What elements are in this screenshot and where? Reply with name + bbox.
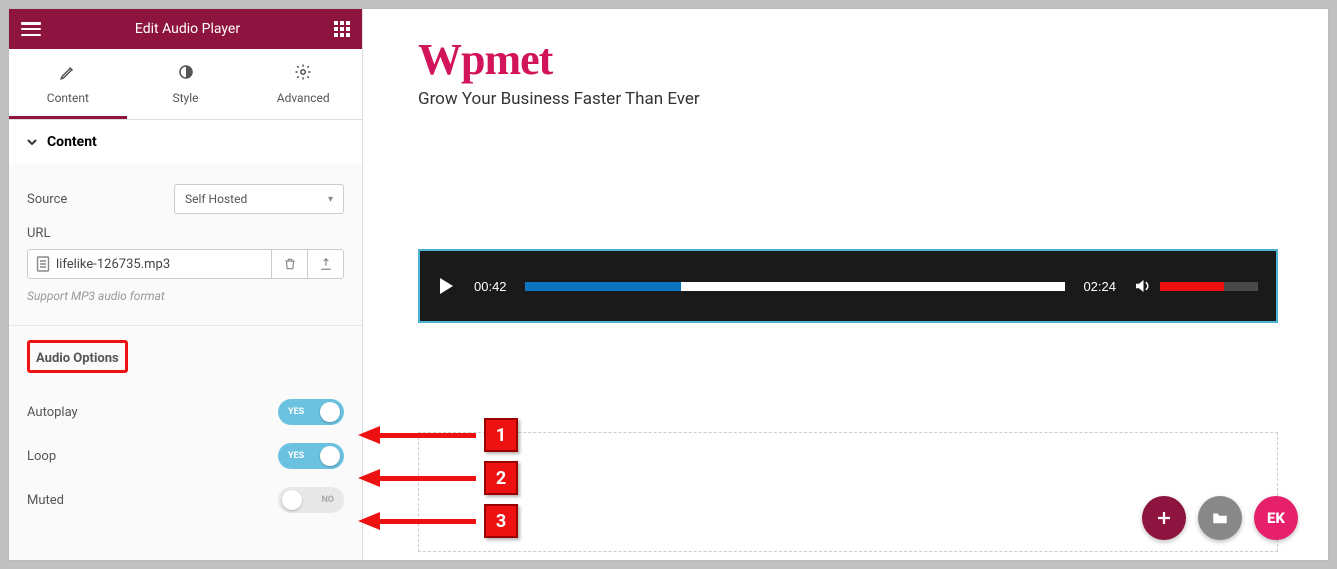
audio-player: 00:42 02:24: [418, 249, 1278, 323]
total-time: 02:24: [1083, 279, 1116, 294]
pencil-icon: [59, 63, 77, 81]
autoplay-row: Autoplay YES: [27, 399, 344, 425]
section-audio-options: Audio Options Autoplay YES Loop YES: [9, 326, 362, 553]
url-value: lifelike-126735.mp3: [56, 257, 170, 272]
caret-down-icon: [27, 137, 37, 147]
app-frame: Edit Audio Player Content Style Advanced: [8, 8, 1329, 561]
progress-bar[interactable]: [525, 282, 1066, 291]
tab-content[interactable]: Content: [9, 49, 127, 119]
url-upload-button[interactable]: [307, 250, 343, 278]
menu-icon[interactable]: [21, 22, 41, 36]
tab-content-label: Content: [47, 91, 89, 105]
tab-style-label: Style: [173, 91, 199, 105]
panel-header: Edit Audio Player: [9, 9, 362, 49]
preview-canvas: Wpmet Grow Your Business Faster Than Eve…: [363, 9, 1328, 560]
loop-toggle[interactable]: YES: [278, 443, 344, 469]
speaker-icon: [1132, 277, 1152, 295]
toggle-knob: [320, 402, 340, 422]
section-toggle[interactable]: Content: [9, 120, 362, 164]
annotation-3: 3: [358, 504, 518, 538]
file-icon: [36, 256, 50, 272]
section-content: Content Source Self Hosted ▾ URL lifelik…: [9, 120, 362, 326]
tab-advanced[interactable]: Advanced: [244, 49, 362, 119]
gear-icon: [294, 63, 312, 81]
url-hint: Support MP3 audio format: [27, 289, 344, 303]
audio-options-body: Audio Options Autoplay YES Loop YES: [9, 326, 362, 553]
url-input[interactable]: lifelike-126735.mp3: [28, 250, 271, 278]
annotation-3-number: 3: [484, 504, 518, 538]
brand-subtitle: Grow Your Business Faster Than Ever: [418, 89, 1278, 109]
muted-label: Muted: [27, 493, 64, 508]
audio-options-heading: Audio Options: [36, 351, 119, 366]
volume-fill: [1160, 282, 1224, 291]
toggle-knob: [320, 446, 340, 466]
source-row: Source Self Hosted ▾: [27, 184, 344, 214]
editor-panel: Edit Audio Player Content Style Advanced: [9, 9, 363, 560]
url-input-group: lifelike-126735.mp3: [27, 249, 344, 279]
library-button[interactable]: [1198, 496, 1242, 540]
current-time: 00:42: [474, 279, 507, 294]
toggle-on-label: YES: [288, 451, 304, 461]
annotation-1-number: 1: [484, 418, 518, 452]
fab-group: EK: [1142, 496, 1298, 540]
upload-icon: [319, 257, 333, 271]
source-select[interactable]: Self Hosted ▾: [174, 184, 344, 214]
section-title: Content: [47, 134, 97, 150]
chevron-down-icon: ▾: [328, 194, 333, 205]
source-label: Source: [27, 192, 67, 207]
tab-advanced-label: Advanced: [277, 91, 330, 105]
toggle-on-label: YES: [288, 407, 304, 417]
url-label: URL: [27, 226, 344, 241]
annotation-2: 2: [358, 461, 518, 495]
annotation-1: 1: [358, 418, 518, 452]
url-delete-button[interactable]: [271, 250, 307, 278]
plus-icon: [1155, 509, 1173, 527]
loop-row: Loop YES: [27, 443, 344, 469]
play-icon: [438, 277, 454, 295]
toggle-knob: [282, 490, 302, 510]
trash-icon: [283, 257, 297, 271]
muted-row: Muted NO: [27, 487, 344, 513]
volume-button[interactable]: [1132, 277, 1152, 295]
tabs: Content Style Advanced: [9, 49, 362, 120]
section-body: Source Self Hosted ▾ URL lifelike-126735…: [9, 164, 362, 325]
widgets-grid-icon[interactable]: [334, 21, 350, 37]
half-circle-icon: [177, 63, 195, 81]
annotation-2-number: 2: [484, 461, 518, 495]
brand-title: Wpmet: [418, 34, 1278, 85]
autoplay-toggle[interactable]: YES: [278, 399, 344, 425]
source-value: Self Hosted: [185, 192, 247, 206]
ek-label: EK: [1267, 509, 1285, 527]
progress-fill: [525, 282, 682, 291]
folder-icon: [1211, 509, 1229, 527]
audio-options-highlight: Audio Options: [27, 340, 128, 373]
tab-style[interactable]: Style: [127, 49, 245, 119]
ek-button[interactable]: EK: [1254, 496, 1298, 540]
loop-label: Loop: [27, 449, 56, 464]
play-button[interactable]: [438, 277, 454, 295]
panel-title: Edit Audio Player: [135, 21, 240, 37]
add-button[interactable]: [1142, 496, 1186, 540]
muted-toggle[interactable]: NO: [278, 487, 344, 513]
autoplay-label: Autoplay: [27, 405, 78, 420]
toggle-off-label: NO: [321, 495, 334, 505]
volume-bar[interactable]: [1160, 282, 1258, 291]
